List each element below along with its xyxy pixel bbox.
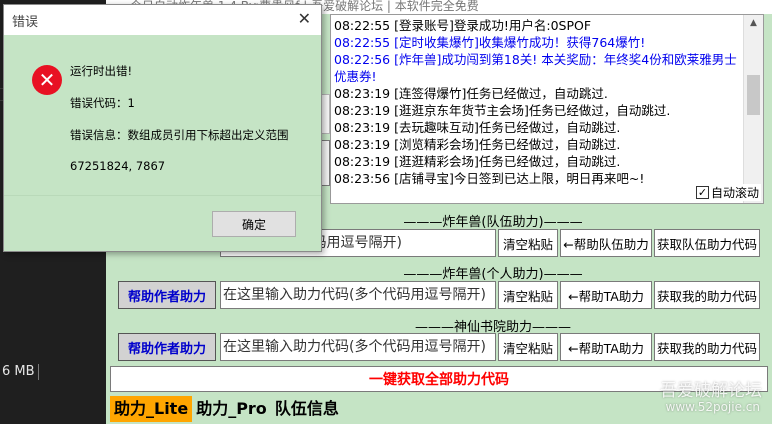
personal-clear-button[interactable]: 清空粘贴 — [498, 281, 558, 309]
bottom-tabs: 助力_Lite 助力_Pro 队伍信息 — [110, 396, 343, 422]
personal-code-input[interactable]: 在这里输入助力代码(多个代码用逗号隔开) — [220, 281, 496, 309]
dialog-divider — [4, 195, 321, 196]
error-dialog: 错误 ✕ ✕ 运行时出错! 错误代码：1 错误信息：数组成员引用下标超出定义范围… — [3, 4, 322, 252]
log-line: 08:23:19 [逛逛京东年货节主会场]任务已经做过，自动跳过. — [334, 103, 671, 118]
dialog-titlebar[interactable]: 错误 ✕ — [4, 5, 321, 35]
log-scrollbar[interactable]: ▲ ▼ — [743, 15, 763, 203]
close-icon[interactable]: ✕ — [298, 9, 311, 28]
team-clear-button[interactable]: 清空粘贴 — [498, 229, 558, 257]
log-line: 08:23:19 [去玩趣味互动]任务已经做过，自动跳过. — [334, 120, 621, 135]
log-line: 08:22:55 [登录账号]登录成功!用户名:0SPOF — [334, 18, 592, 33]
personal-get-code-button[interactable]: 获取我的助力代码 — [654, 281, 760, 309]
personal-help-author-button[interactable]: 帮助作者助力 — [118, 281, 216, 309]
log-line: 08:22:55 [定时收集爆竹]收集爆竹成功！获得764爆竹! — [334, 35, 646, 50]
academy-row: 帮助作者助力 在这里输入助力代码(多个代码用逗号隔开) 清空粘贴 ←帮助TA助力… — [110, 333, 760, 361]
personal-row: 帮助作者助力 在这里输入助力代码(多个代码用逗号隔开) 清空粘贴 ←帮助TA助力… — [110, 281, 760, 309]
tab-lite[interactable]: 助力_Lite — [110, 396, 193, 422]
log-line: 08:23:19 [逛逛精彩会场]任务已经做过，自动跳过. — [334, 154, 621, 169]
watermark-site: 吾爱破解论坛 — [660, 381, 762, 401]
autoscroll-toggle[interactable]: ✓ 自动滚动 — [693, 184, 761, 201]
error-info: 错误信息：数组成员引用下标超出定义范围 — [70, 128, 289, 142]
dialog-title: 错误 — [12, 15, 39, 30]
log-line: 08:23:19 [连签得爆竹]任务已经做过，自动跳过. — [334, 86, 608, 101]
personal-section-title: ———炸年兽(个人助力)——— — [403, 267, 583, 282]
log-line: 08:22:56 [炸年兽]成功闯到第18关! 本关奖励：年终奖4份和欧莱雅男士… — [334, 52, 737, 84]
log-line: 08:23:56 [店铺寻宝]今日签到已达上限，明日再来吧~! — [334, 171, 645, 186]
academy-get-code-button[interactable]: 获取我的助力代码 — [654, 333, 760, 361]
log-line: 08:23:19 [浏览精彩会场]任务已经做过，自动跳过. — [334, 137, 621, 152]
autoscroll-checkbox[interactable]: ✓ — [695, 186, 709, 199]
error-message-title: 运行时出错! — [70, 64, 133, 78]
academy-clear-button[interactable]: 清空粘贴 — [498, 333, 558, 361]
academy-code-input[interactable]: 在这里输入助力代码(多个代码用逗号隔开) — [220, 333, 496, 361]
personal-help-button[interactable]: ←帮助TA助力 — [560, 281, 652, 309]
status-separator — [38, 364, 39, 380]
scroll-up-icon[interactable]: ▲ — [744, 15, 763, 31]
tab-team-info[interactable]: 队伍信息 — [271, 396, 343, 422]
error-address: 67251824, 7867 — [70, 159, 166, 173]
dialog-body: ✕ 运行时出错! 错误代码：1 错误信息：数组成员引用下标超出定义范围 6725… — [4, 35, 321, 251]
academy-help-button[interactable]: ←帮助TA助力 — [560, 333, 652, 361]
memory-status-text: 6 MB — [2, 364, 35, 379]
watermark-url: www.52pojie.cn — [665, 400, 760, 414]
academy-help-author-button[interactable]: 帮助作者助力 — [118, 333, 216, 361]
ok-button[interactable]: 确定 — [212, 211, 296, 237]
autoscroll-label: 自动滚动 — [710, 186, 759, 200]
error-code: 错误代码：1 — [70, 96, 135, 110]
tab-pro[interactable]: 助力_Pro — [192, 396, 271, 422]
log-lines: 08:22:55 [登录账号]登录成功!用户名:0SPOF 08:22:55 [定… — [331, 15, 743, 203]
log-panel[interactable]: 08:22:55 [登录账号]登录成功!用户名:0SPOF 08:22:55 [定… — [330, 14, 764, 204]
team-help-button[interactable]: ←帮助队伍助力 — [560, 229, 652, 257]
error-icon: ✕ — [32, 65, 62, 95]
team-get-code-button[interactable]: 获取队伍助力代码 — [654, 229, 760, 257]
scroll-thumb[interactable] — [747, 75, 760, 115]
